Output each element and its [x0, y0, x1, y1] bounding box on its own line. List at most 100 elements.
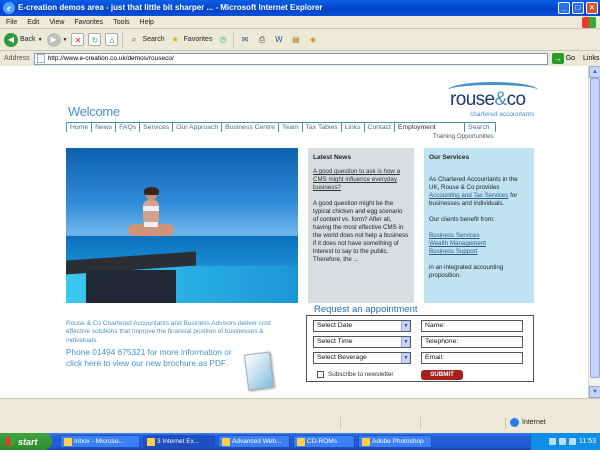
photoshop-icon	[362, 437, 370, 446]
status-bar: Internet	[0, 398, 600, 433]
menu-view[interactable]: View	[49, 16, 64, 28]
news-body: A good question might be the typical chi…	[313, 200, 409, 263]
windows-logo-icon	[6, 437, 15, 446]
business-support-link[interactable]: Business Support	[429, 248, 478, 255]
task-cd-roms[interactable]: CD-ROMs	[293, 435, 355, 448]
star-icon: ★	[171, 35, 179, 44]
select-beverage[interactable]: Select Beverage ▼	[313, 352, 411, 364]
telephone-field[interactable]: Telephone:	[421, 336, 523, 348]
go-button[interactable]: → Go	[551, 53, 575, 64]
appointment-heading: Request an appointment	[314, 304, 418, 315]
scroll-thumb[interactable]	[590, 78, 600, 378]
globe-icon	[510, 418, 519, 427]
app-icon	[222, 437, 230, 446]
stop-icon[interactable]: ✕	[71, 33, 85, 46]
vertical-scrollbar[interactable]: ▲ ▼	[588, 66, 600, 398]
favorites-button[interactable]: ★ Favorites	[169, 33, 213, 46]
task-inbox[interactable]: Inbox - Microso...	[60, 435, 140, 448]
subscribe-checkbox[interactable]: Subscribe to newsletter	[317, 371, 393, 378]
print-icon[interactable]: ⎙	[255, 33, 268, 46]
toolbar-separator	[122, 31, 124, 48]
minimize-button[interactable]: _	[558, 2, 570, 14]
checkbox-icon	[317, 371, 324, 378]
site-navigation: Home News FAQs Services Our Approach Bus…	[66, 122, 496, 132]
address-input[interactable]: http://www.e-creation.co.uk/demos/rousec…	[33, 52, 548, 65]
scroll-up-icon[interactable]: ▲	[589, 66, 600, 78]
wealth-management-link[interactable]: Wealth Management	[429, 240, 486, 247]
tray-icon[interactable]	[549, 438, 556, 445]
folder-icon	[297, 437, 305, 446]
browser-window: e E-creation demos area - just that litt…	[0, 0, 600, 450]
nav-search[interactable]: Search	[463, 122, 496, 132]
nav-faqs[interactable]: FAQs	[115, 122, 140, 132]
business-services-link[interactable]: Business Services	[429, 232, 480, 239]
services-outro: in an integrated accounting proposition.	[429, 264, 504, 279]
nav-news[interactable]: News	[91, 122, 116, 132]
window-title: E-creation demos area - just that little…	[18, 3, 323, 12]
submit-button[interactable]: SUBMIT	[421, 370, 463, 380]
ie-logo-icon: e	[3, 2, 15, 14]
nav-services[interactable]: Services	[139, 122, 173, 132]
welcome-heading: Welcome	[68, 104, 120, 119]
links-button[interactable]: Links	[583, 55, 599, 62]
email-field[interactable]: Email:	[421, 352, 523, 364]
menu-help[interactable]: Help	[140, 16, 154, 28]
address-label: Address	[4, 55, 30, 62]
home-icon[interactable]: ⌂	[105, 33, 119, 46]
chevron-down-icon: ▼	[401, 321, 410, 331]
back-button[interactable]: ◀ Back ▼	[4, 32, 43, 47]
chevron-down-icon: ▼	[401, 337, 410, 347]
refresh-icon[interactable]: ↻	[88, 33, 102, 46]
rouse-co-logo[interactable]: rouse&co chartered accountants	[448, 82, 538, 118]
edit-icon[interactable]: W	[272, 33, 285, 46]
accounting-tax-link[interactable]: Accounting and Tax Services	[429, 192, 508, 199]
nav-training-opportunities[interactable]: Training Opportunities	[433, 133, 494, 140]
nav-tax-tables[interactable]: Tax Tables	[301, 122, 341, 132]
select-time[interactable]: Select Time ▼	[313, 336, 411, 348]
task-adobe-photoshop[interactable]: Adobe Photoshop	[358, 435, 432, 448]
select-date[interactable]: Select Date ▼	[313, 320, 411, 332]
search-button[interactable]: ⌕ Search	[127, 33, 165, 46]
chevron-down-icon: ▼	[37, 36, 43, 43]
mail-icon[interactable]: ✉	[238, 33, 251, 46]
nav-links[interactable]: Links	[340, 122, 364, 132]
task-advanced-web[interactable]: Advanced Web...	[218, 435, 290, 448]
ie-icon	[147, 437, 155, 446]
nav-team[interactable]: Team	[278, 122, 302, 132]
nav-business-centre[interactable]: Business Centre	[221, 122, 279, 132]
toolbar-separator	[233, 31, 235, 48]
name-field[interactable]: Name:	[421, 320, 523, 332]
news-heading: Latest News	[313, 154, 351, 161]
clock: 11:53	[579, 438, 596, 445]
tray-icon[interactable]	[559, 438, 566, 445]
messenger-icon[interactable]: ◈	[306, 33, 319, 46]
nav-employment[interactable]: Employment	[393, 122, 464, 132]
nav-our-approach[interactable]: Our Approach	[172, 122, 222, 132]
menu-edit[interactable]: Edit	[27, 16, 39, 28]
nav-contact[interactable]: Contact	[363, 122, 394, 132]
menu-file[interactable]: File	[6, 16, 17, 28]
forward-button[interactable]: ▶ ▼	[46, 32, 67, 47]
address-bar: Address http://www.e-creation.co.uk/demo…	[0, 51, 600, 66]
brochure-thumbnail[interactable]	[243, 351, 275, 391]
tray-icon[interactable]	[569, 438, 576, 445]
brochure-link[interactable]: Phone 01494 675321 for more information …	[66, 347, 242, 368]
taskbar: start Inbox - Microso... 3 Internet Ex..…	[0, 433, 600, 450]
discuss-icon[interactable]: ▤	[289, 33, 302, 46]
windows-logo-icon	[582, 17, 596, 28]
task-internet-explorer[interactable]: 3 Internet Ex...	[143, 435, 215, 448]
services-benefit: Our clients benefit from:	[429, 216, 495, 223]
scroll-down-icon[interactable]: ▼	[589, 386, 600, 398]
news-link[interactable]: A good question to ask is how a CMS migh…	[313, 168, 409, 192]
maximize-button[interactable]: □	[572, 2, 584, 14]
search-icon: ⌕	[131, 35, 137, 44]
start-button[interactable]: start	[0, 433, 52, 450]
menu-favorites[interactable]: Favorites	[74, 16, 103, 28]
nav-home[interactable]: Home	[66, 122, 92, 132]
menu-tools[interactable]: Tools	[113, 16, 129, 28]
back-arrow-icon: ◀	[4, 32, 18, 47]
page-icon	[36, 54, 45, 63]
close-button[interactable]: ×	[586, 2, 598, 14]
history-icon[interactable]: ◷	[216, 33, 229, 46]
internet-zone: Internet	[510, 418, 546, 427]
